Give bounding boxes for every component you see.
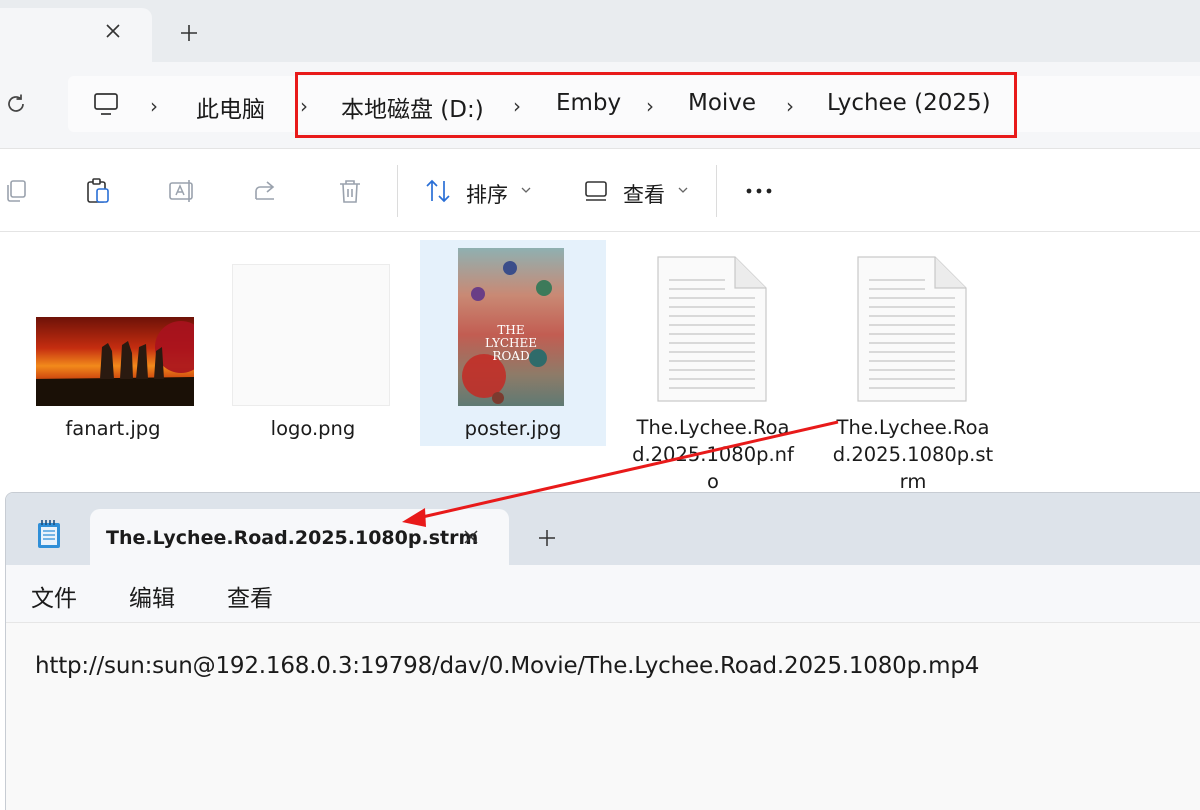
chevron-down-icon[interactable] — [678, 185, 688, 195]
file-name-line: d.2025.1080p.nf — [632, 443, 794, 466]
refresh-icon[interactable] — [4, 92, 28, 116]
menu-edit[interactable]: 编辑 — [129, 579, 175, 613]
view-icon[interactable] — [582, 177, 610, 205]
plus-icon[interactable] — [536, 527, 558, 549]
document-icon — [857, 256, 967, 402]
explorer-tab-strip — [0, 0, 1200, 64]
close-icon[interactable] — [102, 20, 124, 42]
notepad-tab[interactable]: The.Lychee.Road.2025.1080p.strm — [90, 509, 509, 567]
file-item-strm[interactable]: The.Lychee.Roa d.2025.1080p.st rm — [820, 240, 1006, 500]
menu-file[interactable]: 文件 — [31, 579, 77, 613]
fanart-thumbnail — [36, 317, 194, 406]
notepad-tab-title: The.Lychee.Road.2025.1080p.strm — [106, 527, 479, 549]
explorer-tab[interactable] — [0, 8, 152, 64]
paste-icon[interactable] — [84, 177, 112, 205]
address-row: › 此电脑 › 本地磁盘 (D:) › Emby › Moive › Lyche… — [0, 62, 1200, 148]
file-name-line: rm — [899, 470, 927, 493]
chevron-right-icon[interactable]: › — [150, 94, 158, 118]
notepad-editor[interactable]: http://sun:sun@192.168.0.3:19798/dav/0.M… — [6, 623, 1200, 810]
divider — [397, 165, 398, 217]
logo-thumbnail — [232, 264, 390, 406]
divider — [716, 165, 717, 217]
file-name-line: The.Lychee.Roa — [836, 416, 990, 439]
computer-icon[interactable] — [92, 90, 120, 118]
poster-title-line: THE — [497, 323, 524, 337]
share-icon[interactable] — [252, 177, 280, 205]
rename-icon[interactable] — [168, 177, 196, 205]
document-icon — [657, 256, 767, 402]
breadcrumb-this-pc[interactable]: 此电脑 — [196, 90, 265, 124]
file-name: logo.png — [270, 417, 356, 440]
file-item-logo[interactable]: logo.png — [220, 240, 406, 446]
view-button[interactable]: 查看 — [623, 179, 665, 209]
file-name: fanart.jpg — [65, 417, 161, 440]
annotation-highlight-box — [295, 72, 1017, 138]
notepad-tab-strip: The.Lychee.Road.2025.1080p.strm — [6, 493, 1200, 567]
notepad-window: The.Lychee.Road.2025.1080p.strm 文件 编辑 查看… — [5, 492, 1200, 810]
file-name-line: d.2025.1080p.st — [832, 443, 994, 466]
delete-icon[interactable] — [336, 177, 364, 205]
notepad-content[interactable]: http://sun:sun@192.168.0.3:19798/dav/0.M… — [35, 653, 979, 679]
close-icon[interactable] — [460, 526, 482, 548]
poster-title-line: LYCHEE — [485, 336, 537, 350]
sort-icon[interactable] — [424, 177, 452, 205]
poster-title-line: ROAD — [492, 349, 529, 363]
notepad-icon — [38, 520, 60, 548]
notepad-menu-bar: 文件 编辑 查看 — [6, 565, 1200, 623]
screen: › 此电脑 › 本地磁盘 (D:) › Emby › Moive › Lyche… — [0, 0, 1200, 810]
poster-thumbnail: THE LYCHEE ROAD — [458, 248, 564, 406]
menu-view[interactable]: 查看 — [227, 579, 273, 613]
sort-button[interactable]: 排序 — [466, 179, 508, 209]
file-name-line: o — [707, 470, 719, 493]
copy-icon[interactable] — [2, 177, 30, 205]
file-item-poster[interactable]: THE LYCHEE ROAD poster.jpg — [420, 240, 606, 446]
more-icon[interactable] — [745, 177, 773, 205]
command-bar: 排序 查看 — [0, 148, 1200, 232]
file-item-nfo[interactable]: The.Lychee.Roa d.2025.1080p.nf o — [620, 240, 806, 500]
chevron-down-icon[interactable] — [521, 185, 531, 195]
file-name-line: The.Lychee.Roa — [636, 416, 790, 439]
file-item-fanart[interactable]: fanart.jpg — [20, 240, 206, 446]
file-name: poster.jpg — [464, 417, 562, 440]
plus-icon[interactable] — [178, 22, 200, 44]
